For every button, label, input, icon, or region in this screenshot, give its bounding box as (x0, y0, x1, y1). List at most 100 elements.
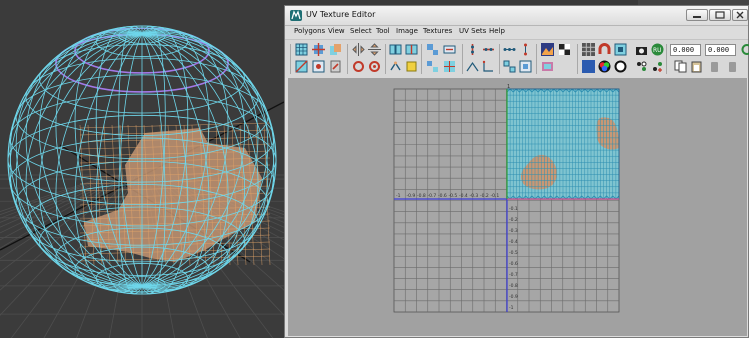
u-coordinate-field[interactable]: 0.000 (670, 44, 701, 56)
v-axis-label: -0.8 (509, 283, 518, 289)
move-sew-button[interactable] (389, 60, 402, 73)
sew-uv-edges-button[interactable] (405, 43, 418, 56)
refresh-icon (741, 44, 749, 55)
snap-icon (503, 60, 516, 73)
distribute-u-button[interactable] (503, 43, 516, 56)
minimize-button[interactable] (686, 9, 708, 21)
toggle-filtered-button[interactable] (582, 60, 595, 73)
uv-texture-editor-window[interactable]: UV Texture Editor Polygons View Select T… (284, 5, 749, 338)
h-axis-label: -0.9 (407, 193, 416, 199)
unfold-icon (443, 45, 456, 54)
distribute-u-icon (503, 48, 516, 51)
grid-uvs-button[interactable] (443, 60, 456, 73)
straighten-v-button[interactable] (482, 60, 495, 73)
grid-toggle-button[interactable] (582, 43, 595, 56)
dim-image-button[interactable]: RU (651, 43, 664, 56)
display-image-button[interactable] (541, 43, 554, 56)
h-axis-label: -0.6 (438, 193, 447, 199)
menu-textures[interactable]: Textures (423, 27, 452, 35)
straighten-u-icon (466, 61, 479, 72)
copy-icon (674, 60, 687, 73)
split-uvs-button[interactable] (405, 60, 418, 73)
h-axis-label: -0.7 (428, 193, 437, 199)
paste-uvs-button[interactable] (690, 60, 703, 73)
menu-help[interactable]: Help (489, 27, 505, 35)
straighten-v-icon (482, 60, 493, 72)
straighten-u-button[interactable] (466, 60, 479, 73)
close-icon (736, 11, 744, 19)
uv-mesh-shell[interactable] (506, 88, 620, 200)
rgb-channels-button[interactable] (598, 60, 611, 73)
uv-smudge-brush-button[interactable] (329, 60, 342, 73)
uv-snapshot-button[interactable] (635, 43, 648, 56)
split-icon (406, 61, 417, 72)
tweak-uv-button[interactable] (312, 60, 325, 73)
align-v-button[interactable] (466, 43, 479, 56)
align-h-icon (483, 48, 494, 51)
3d-viewport[interactable] (0, 0, 284, 338)
menu-polygons[interactable]: Polygons (294, 27, 325, 35)
toggle-shaded-button[interactable] (558, 43, 571, 56)
map-uv-border-button[interactable] (519, 60, 532, 73)
rotate-ccw-button[interactable] (352, 60, 365, 73)
isolate-add-icon (653, 62, 662, 72)
menu-image[interactable]: Image (396, 27, 418, 35)
smudge-uv-button[interactable] (329, 43, 342, 56)
refresh-coordinates-button[interactable] (740, 43, 749, 56)
close-button[interactable] (732, 9, 748, 21)
uv-grid-view[interactable]: 1 -1 -0.9 -0.8 -0.7 -0.6 -0.5 -0.4 -0.3 -0.2 -0.1… (288, 78, 747, 336)
image-range-button[interactable] (541, 60, 554, 73)
alpha-channel-button[interactable] (614, 60, 627, 73)
rotate-cw-button[interactable] (368, 60, 381, 73)
v-axis-label: -0.6 (509, 261, 518, 267)
cut-uv-edges-button[interactable] (389, 43, 402, 56)
align-min-u-button[interactable] (426, 60, 439, 73)
snap-together-button[interactable] (503, 60, 516, 73)
magnet-icon (598, 43, 611, 54)
uv-editor-canvas[interactable]: 1 -1 -0.9 -0.8 -0.7 -0.6 -0.5 -0.4 -0.3 -0.2 -0.1… (288, 78, 747, 336)
maximize-button[interactable] (709, 9, 731, 21)
unfold-button[interactable] (443, 43, 456, 56)
add-to-isolate-button[interactable] (651, 60, 664, 73)
toolbar: RU 0.000 0.000 (285, 39, 749, 78)
paste-icon (691, 61, 702, 73)
move-uv-shell-button[interactable] (312, 43, 325, 56)
rotate-cw-icon (369, 61, 380, 72)
title-bar[interactable]: UV Texture Editor (285, 6, 748, 26)
toolbar-separator (385, 44, 386, 74)
shade-uvs-button[interactable] (614, 43, 627, 56)
maya-app-icon (290, 10, 302, 21)
v-axis-label: -0.4 (509, 239, 518, 245)
v-coordinate-field[interactable]: 0.000 (705, 44, 736, 56)
menu-tool[interactable]: Tool (376, 27, 390, 35)
horizontal-axis-labels: -1 -0.9 -0.8 -0.7 -0.6 -0.5 -0.4 -0.3 -0.2 -0.1 (396, 193, 499, 199)
flip-u-button[interactable] (352, 43, 365, 56)
uv-lattice-tool-button[interactable] (295, 43, 308, 56)
grid-uv-icon (444, 61, 455, 72)
distribute-v-button[interactable] (519, 43, 532, 56)
v-axis-label: -0.1 (509, 206, 518, 212)
paste-v-button[interactable] (726, 60, 739, 73)
align-h-button[interactable] (482, 43, 495, 56)
flip-v-button[interactable] (368, 43, 381, 56)
h-axis-label: -1 (396, 193, 401, 199)
v-axis-label: -0.9 (509, 294, 518, 300)
layout-button[interactable] (426, 43, 439, 56)
rotate-ccw-icon (353, 61, 364, 72)
grid-icon (582, 43, 595, 56)
sphere-wireframe-view[interactable] (0, 0, 284, 338)
select-shortest-edge-button[interactable] (295, 60, 308, 73)
smudge-icon (330, 44, 341, 55)
brush-icon (330, 60, 341, 73)
toolbar-separator (462, 44, 463, 74)
snap-pixels-button[interactable] (598, 43, 611, 56)
align-v-icon (471, 44, 474, 55)
paste-v-icon (729, 62, 736, 72)
isolate-select-button[interactable] (635, 60, 648, 73)
paste-u-button[interactable] (708, 60, 721, 73)
menu-uv-sets[interactable]: UV Sets (459, 27, 486, 35)
copy-uvs-button[interactable] (674, 60, 687, 73)
menu-view[interactable]: View (328, 27, 345, 35)
h-axis-label: -0.5 (449, 193, 458, 199)
menu-select[interactable]: Select (350, 27, 372, 35)
